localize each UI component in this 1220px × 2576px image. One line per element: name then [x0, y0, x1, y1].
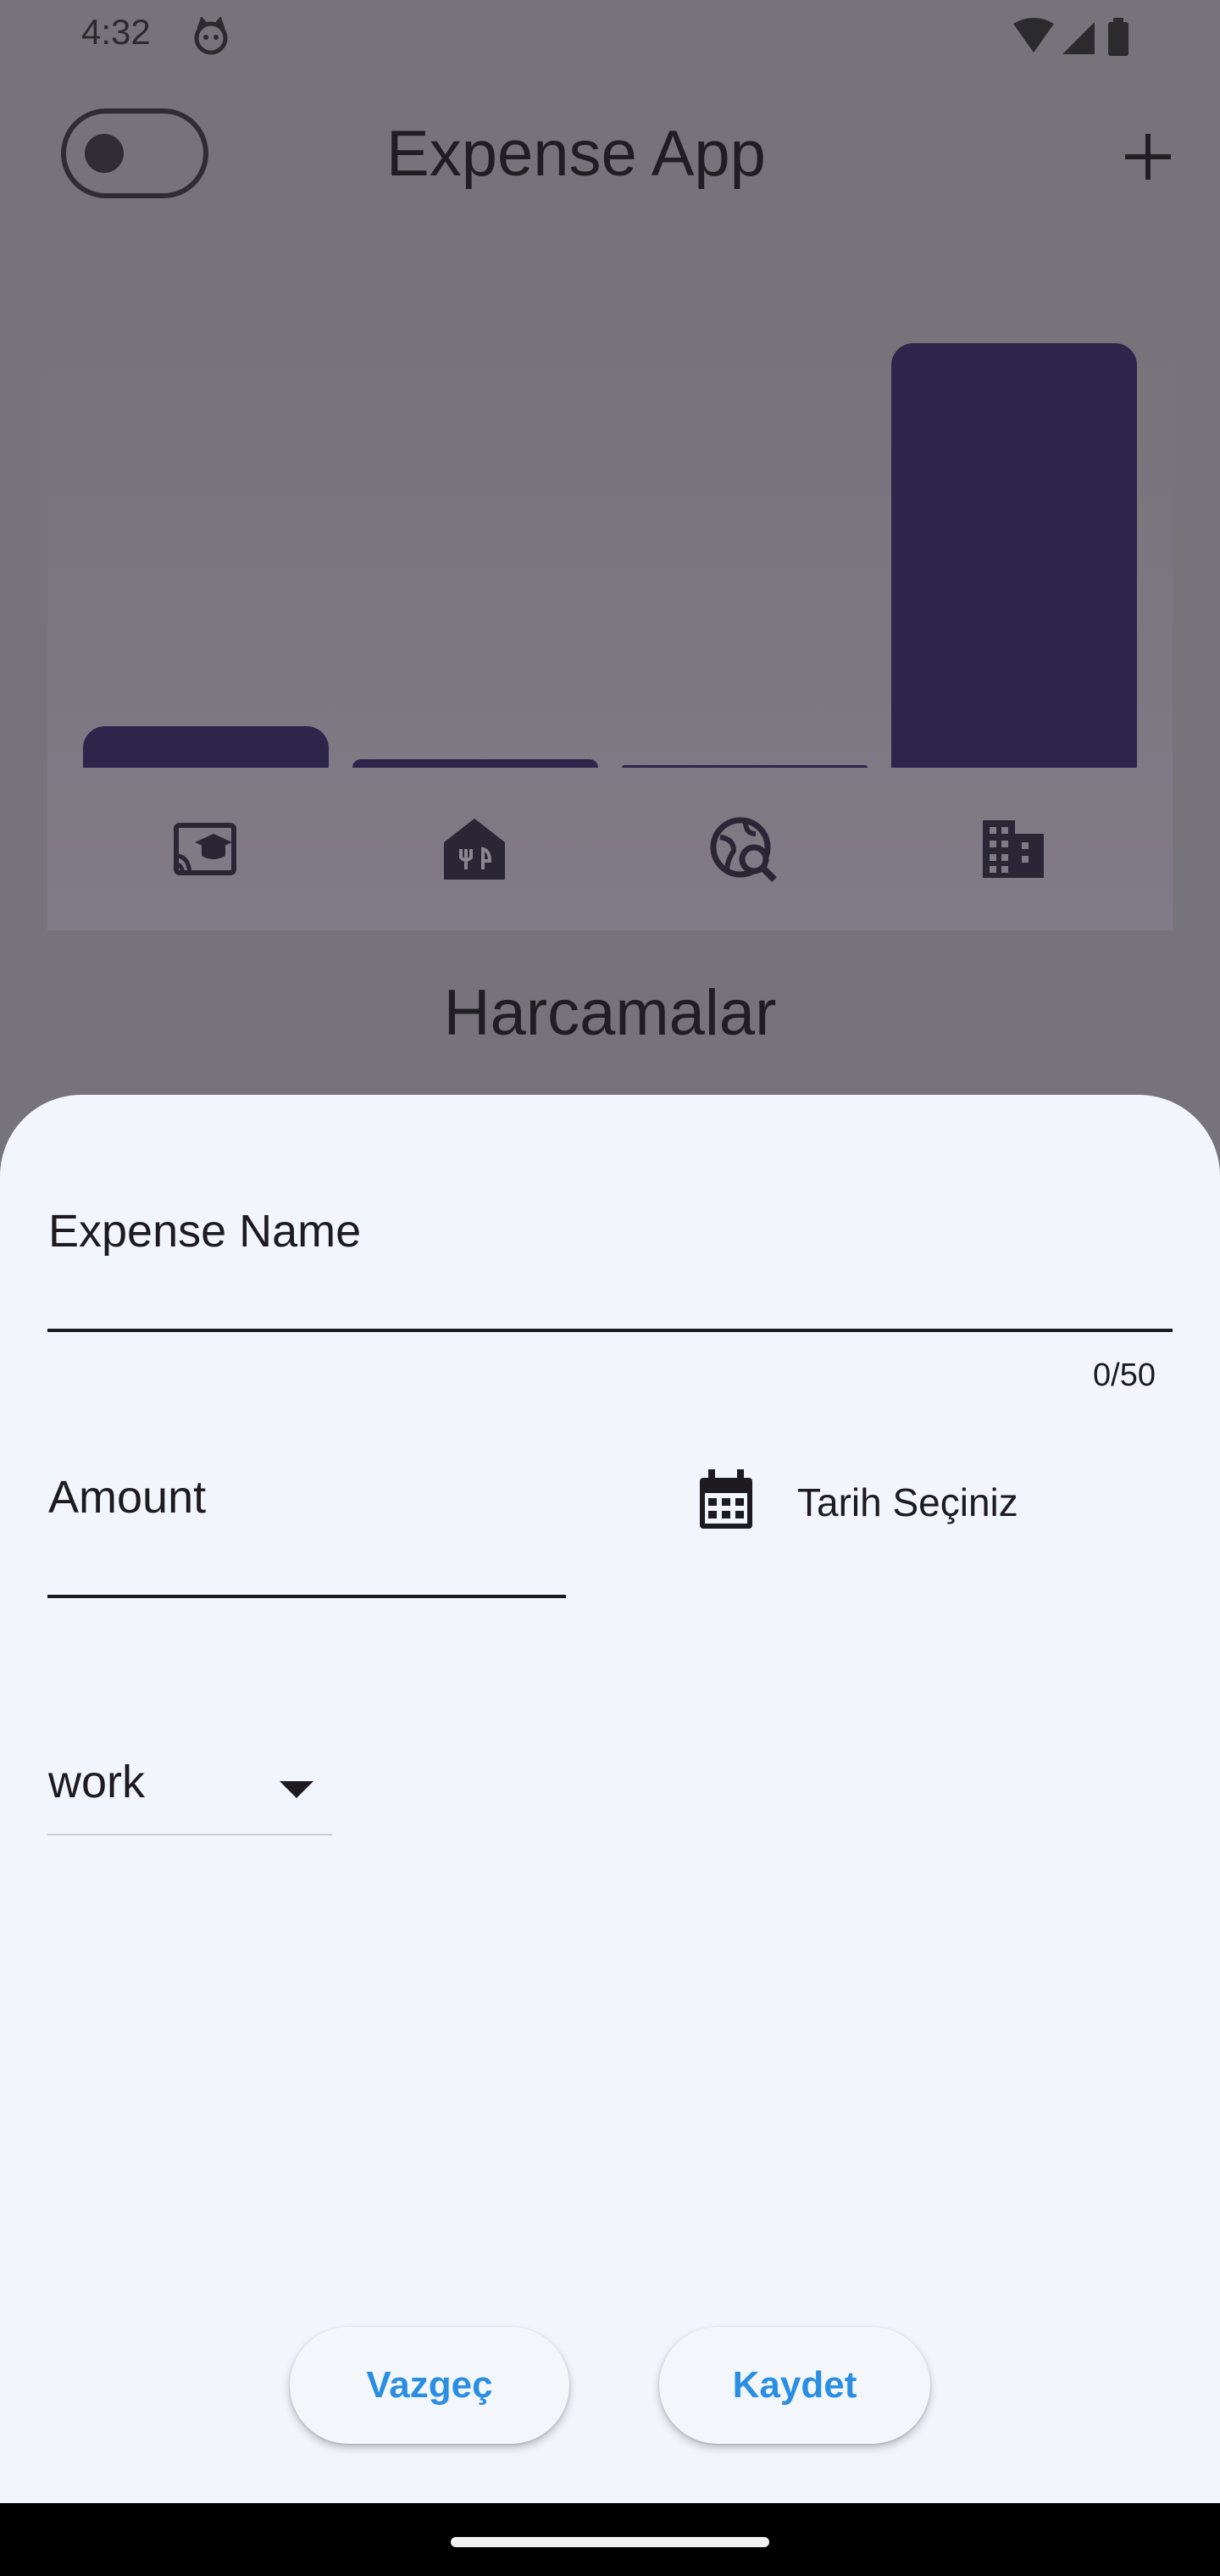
- chart-bar: [352, 759, 598, 768]
- status-time: 4:32: [81, 12, 151, 52]
- signal-icon: [1062, 22, 1095, 54]
- expense-chart: [47, 339, 1173, 930]
- chart-bar: [622, 765, 868, 768]
- dropdown-arrow-icon[interactable]: [280, 1779, 313, 1800]
- calendar-icon[interactable]: [696, 1469, 756, 1532]
- leisure-icon: [174, 823, 236, 875]
- add-icon[interactable]: [1118, 127, 1178, 186]
- status-bar: 4:32: [0, 0, 1220, 76]
- app-title: Expense App: [386, 118, 766, 190]
- food-icon: [444, 819, 505, 880]
- cat-notification-icon: [194, 17, 228, 55]
- home-handle[interactable]: [451, 2537, 769, 2547]
- dropdown-underline: [47, 1834, 332, 1835]
- status-icons: [1013, 18, 1128, 56]
- amount-input[interactable]: [47, 1595, 566, 1598]
- amount-label: Amount: [48, 1472, 207, 1523]
- battery-icon: [1108, 22, 1128, 56]
- system-nav-bar: [0, 2503, 1220, 2576]
- wifi-icon: [1013, 18, 1054, 53]
- name-char-counter: 0/50: [1093, 1357, 1156, 1393]
- expense-name-label: Expense Name: [48, 1206, 362, 1257]
- work-icon: [983, 820, 1044, 878]
- cancel-button[interactable]: Vazgeç: [290, 2327, 569, 2444]
- travel-icon: [710, 817, 777, 882]
- date-picker-button[interactable]: Tarih Seçiniz: [797, 1480, 1018, 1525]
- expense-name-input[interactable]: [47, 1329, 1173, 1332]
- add-expense-sheet: Expense Name 0/50 Amount Tarih Seçiniz w…: [0, 1095, 1220, 2503]
- save-button[interactable]: Kaydet: [659, 2327, 930, 2444]
- chart-bar: [83, 726, 329, 768]
- category-dropdown[interactable]: work: [48, 1756, 145, 1808]
- section-title: Harcamalar: [443, 977, 777, 1049]
- chart-bar: [891, 343, 1137, 768]
